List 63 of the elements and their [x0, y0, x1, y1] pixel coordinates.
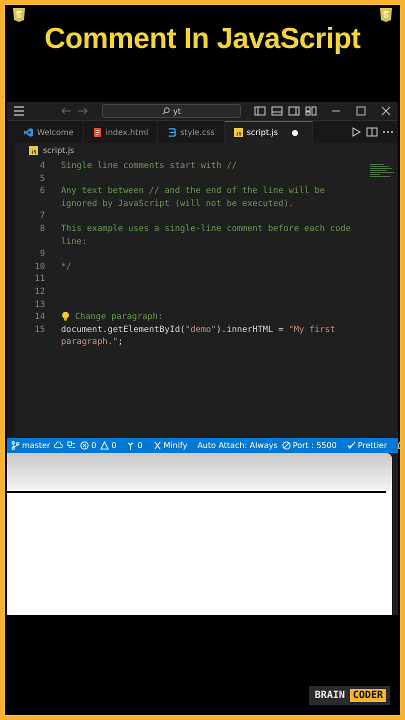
lightbulb-icon[interactable] — [61, 311, 70, 322]
line-number: 11 — [34, 273, 46, 286]
line-number: 10 — [34, 260, 46, 274]
layout-icon[interactable] — [305, 106, 317, 116]
checkmark-icon — [346, 441, 356, 450]
html5-icon — [13, 8, 25, 22]
html5-icon — [380, 8, 392, 22]
antenna-icon — [126, 441, 136, 450]
search-field[interactable]: yt — [102, 104, 241, 118]
branch-status[interactable]: master — [11, 441, 50, 450]
css-file-icon — [167, 128, 176, 136]
layout-icon[interactable] — [271, 106, 283, 116]
html-file-icon — [92, 128, 102, 136]
code-line: Single line comments start with // — [61, 160, 237, 173]
branch-icon — [11, 441, 20, 450]
split-editor-icon[interactable] — [366, 127, 378, 137]
layout-icon[interactable] — [254, 106, 266, 116]
line-number: 14 — [34, 311, 46, 324]
code-line: document.getElementById("demo").innerHTML = "My first paragraph."; — [61, 324, 336, 349]
tools-icon[interactable] — [67, 441, 76, 450]
minify-button[interactable]: Minify — [152, 441, 188, 450]
maximize-icon[interactable] — [355, 106, 367, 116]
file-tab[interactable]: index.html — [84, 121, 158, 143]
code-line: */ — [61, 260, 72, 274]
search-icon — [162, 107, 170, 115]
line-number: 6 — [38, 185, 46, 198]
run-icon[interactable] — [350, 127, 362, 137]
video-title: Comment In JavaScript — [44, 22, 360, 56]
logo: BRAIN CODER — [308, 686, 390, 705]
js-file-icon — [234, 128, 243, 137]
breadcrumb-item[interactable]: script.js — [43, 146, 74, 155]
blocked-circle-icon — [282, 441, 291, 450]
forward-arrow-icon[interactable] — [77, 106, 89, 116]
code-line: Change paragraph: — [75, 311, 163, 324]
port-status[interactable]: Port : 5500 — [282, 441, 337, 450]
line-number: 13 — [34, 298, 46, 312]
warning-icon — [100, 441, 110, 450]
unsaved-dot-icon — [292, 130, 298, 136]
code-line: This example uses a single-line comment before each code line: — [61, 222, 352, 248]
cloud-icon[interactable] — [54, 441, 64, 450]
layout-icon[interactable] — [288, 106, 300, 116]
prettier-status[interactable]: Prettier — [346, 441, 388, 450]
line-number: 8 — [38, 222, 46, 236]
error-count[interactable]: 0 — [80, 441, 96, 450]
ports-count[interactable]: 0 — [126, 441, 142, 450]
file-tab[interactable]: script.js — [224, 121, 313, 143]
menu-icon[interactable] — [13, 106, 25, 116]
back-arrow-icon[interactable] — [60, 106, 72, 116]
line-number: 15 — [34, 324, 46, 337]
file-tab[interactable]: Welcome — [15, 121, 84, 143]
cross-icon — [152, 441, 162, 450]
code-editor-icon — [24, 128, 33, 136]
line-number: 12 — [34, 286, 46, 299]
line-number: 5 — [38, 172, 46, 186]
code-line: Any text between // and the end of the line will be ignored by JavaScript (will not be executed). — [61, 185, 326, 210]
error-icon — [80, 441, 90, 450]
js-file-icon — [29, 146, 38, 155]
line-number: 9 — [38, 248, 46, 261]
line-number: 4 — [38, 160, 46, 173]
auto-attach-status[interactable]: Auto Attach: Always — [197, 441, 278, 450]
warning-count[interactable]: 0 — [100, 441, 116, 450]
line-number: 7 — [38, 210, 46, 223]
close-icon[interactable] — [380, 106, 392, 116]
